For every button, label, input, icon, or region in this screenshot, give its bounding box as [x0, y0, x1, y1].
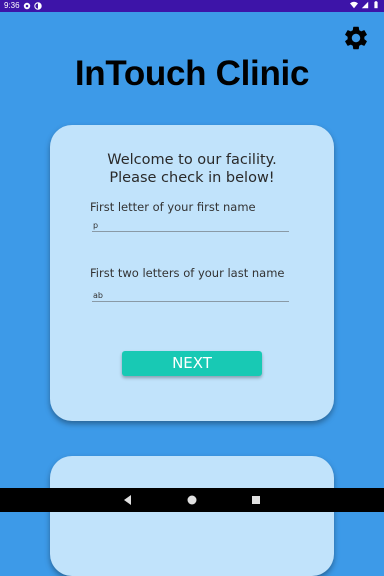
battery-icon [374, 1, 378, 9]
app-title: InTouch Clinic [74, 54, 310, 93]
back-icon[interactable] [122, 494, 134, 506]
secondary-card [50, 456, 334, 576]
recents-icon[interactable] [250, 494, 262, 506]
status-time: 9:36 [4, 1, 20, 10]
next-button[interactable]: NEXT [122, 351, 262, 376]
settings-button[interactable] [342, 24, 370, 52]
last-name-label: First two letters of your last name [90, 266, 285, 280]
signal-icon [361, 1, 369, 9]
home-icon[interactable] [186, 494, 198, 506]
sync-status-icon [33, 1, 42, 10]
welcome-line-2: Please check in below! [109, 170, 275, 186]
settings-status-icon [23, 2, 30, 9]
checkin-card: Welcome to our facility. Please check in… [50, 125, 334, 421]
welcome-line-1: Welcome to our facility. [107, 152, 277, 168]
last-name-initials-input[interactable] [92, 289, 289, 302]
welcome-message: Welcome to our facility. Please check in… [50, 151, 334, 187]
gear-icon [345, 26, 367, 50]
first-name-label: First letter of your first name [90, 200, 256, 214]
status-left: 9:36 [4, 1, 42, 10]
wifi-icon [350, 1, 358, 9]
navigation-bar [0, 488, 384, 512]
status-right [350, 1, 380, 9]
status-bar: 9:36 [0, 0, 384, 12]
first-name-initial-input[interactable] [92, 219, 289, 232]
